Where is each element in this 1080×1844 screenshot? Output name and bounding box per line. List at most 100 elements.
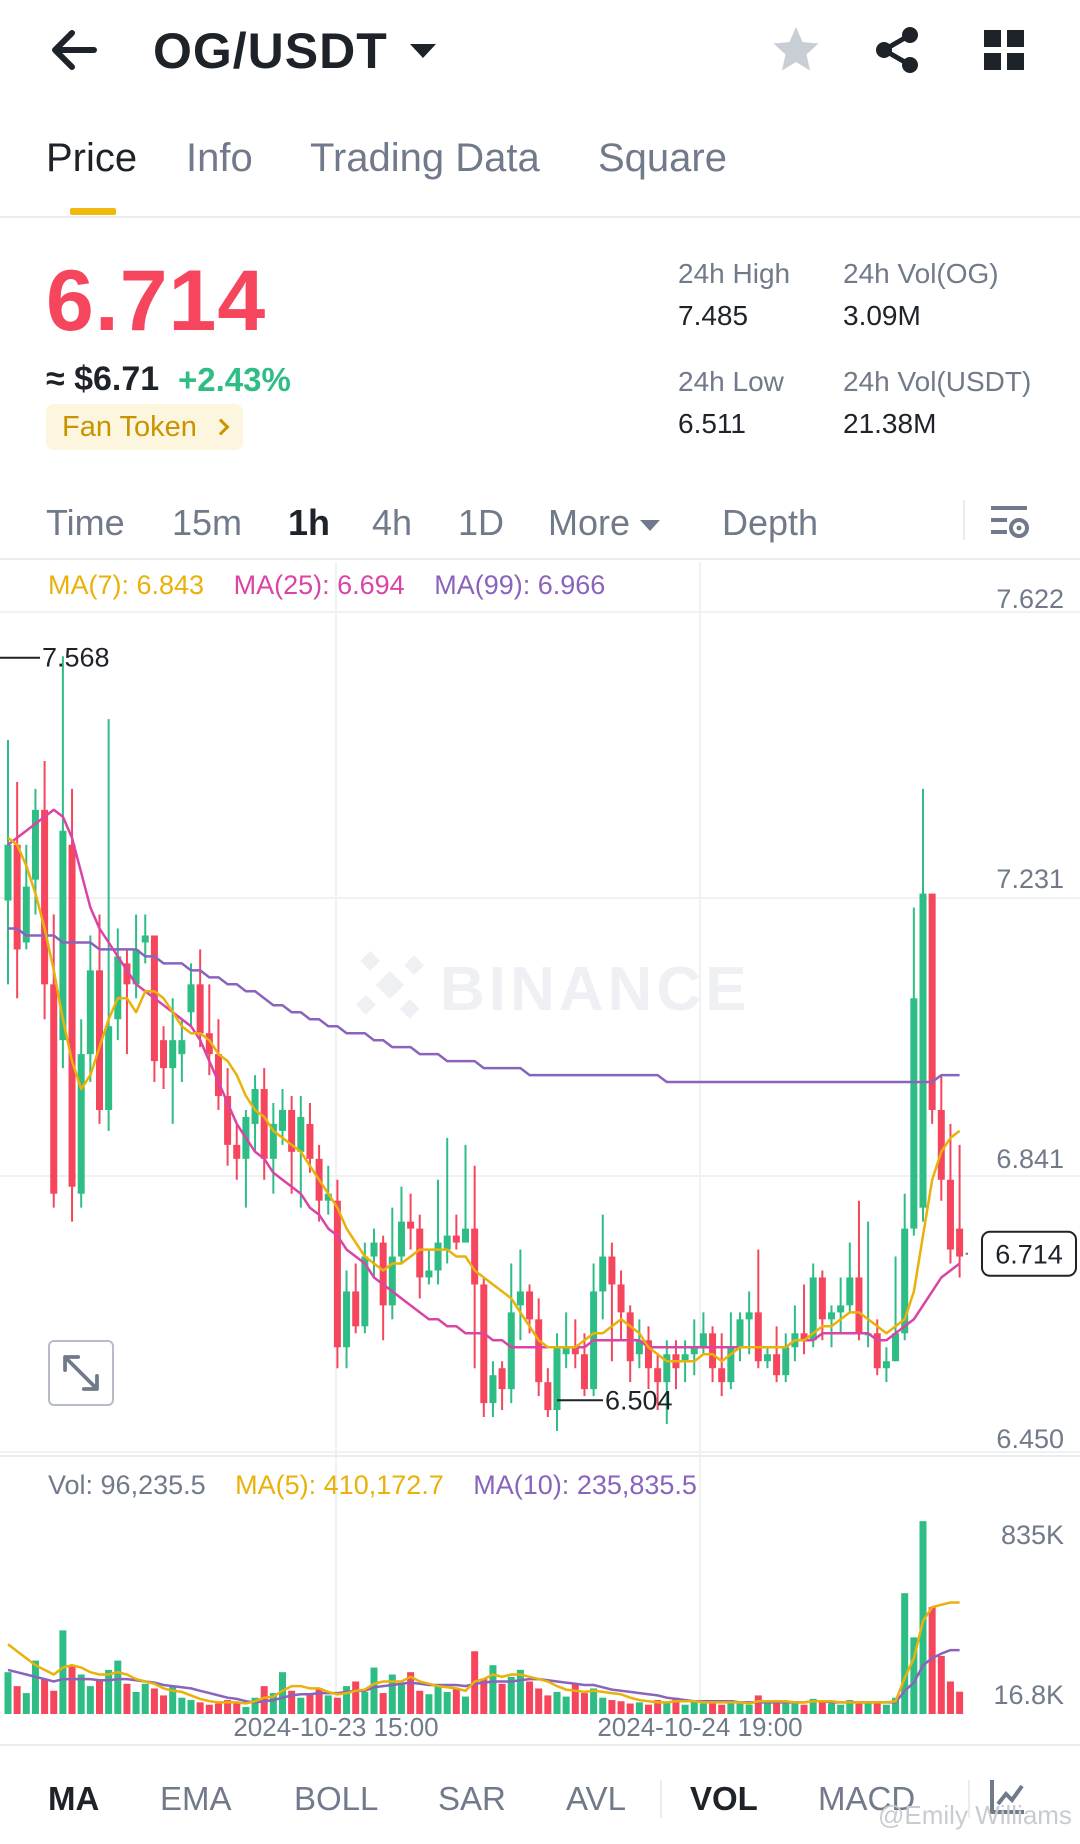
volume-bar [214, 1703, 222, 1714]
volume-bar [946, 1681, 954, 1714]
price-axis-label: 6.841 [996, 1144, 1064, 1174]
volume-bar [141, 1683, 149, 1714]
pair-selector[interactable]: OG/USDT [153, 22, 436, 80]
volume-legend: Vol: 96,235.5 MA(5): 410,172.7 MA(10): 2… [48, 1470, 697, 1501]
legend-vol: Vol: 96,235.5 [48, 1470, 206, 1500]
candle-body [4, 844, 12, 901]
candlestick-chart[interactable]: BINANCE 7.622 7.231 6.841 6.450 835K 16.8K 202… [0, 562, 1080, 1742]
candle-body [754, 1312, 762, 1362]
volume-bar [132, 1691, 140, 1714]
candle-body [416, 1228, 424, 1278]
volume-bar [196, 1702, 204, 1714]
legend-vol-ma5: MA(5): 410,172.7 [235, 1470, 444, 1500]
indicator-vol[interactable]: VOL [690, 1780, 758, 1818]
candle-body [141, 935, 149, 943]
interval-time[interactable]: Time [46, 502, 125, 544]
favorite-star-icon[interactable] [768, 22, 824, 78]
candle-body [13, 844, 21, 950]
candle-body [956, 1228, 964, 1257]
legend-vol-ma10: MA(10): 235,835.5 [473, 1470, 697, 1500]
interval-15m[interactable]: 15m [172, 502, 242, 544]
candle-body [379, 1242, 387, 1306]
interval-1h[interactable]: 1h [288, 502, 330, 544]
candle-body [580, 1354, 588, 1390]
candle-body [407, 1221, 415, 1229]
ma-lines [7, 808, 961, 1363]
candle-body [233, 1144, 241, 1159]
candle-body [736, 1319, 744, 1348]
candle-body [471, 1228, 479, 1285]
volume-bars [4, 1521, 964, 1714]
time-axis-label: 2024-10-24 19:00 [597, 1712, 802, 1742]
volume-bar [818, 1702, 826, 1714]
fan-token-badge[interactable]: Fan Token [46, 404, 243, 450]
candle-body [846, 1277, 854, 1306]
fullscreen-expand-icon[interactable] [48, 1340, 114, 1406]
candle-body [745, 1312, 753, 1320]
grid-menu-icon[interactable] [976, 22, 1032, 78]
indicator-ma[interactable]: MA [48, 1780, 99, 1818]
binance-watermark: BINANCE [356, 951, 750, 1024]
volume-bar [571, 1683, 579, 1714]
tab-trading-data[interactable]: Trading Data [310, 136, 540, 181]
interval-4h[interactable]: 4h [372, 502, 412, 544]
candle-body [507, 1312, 515, 1390]
max-price-marker: 7.568 [42, 643, 110, 673]
interval-1d[interactable]: 1D [458, 502, 504, 544]
candle-body [370, 1242, 378, 1257]
candle-body [498, 1368, 506, 1390]
stat-24h-low-label: 24h Low [678, 366, 784, 397]
volume-bar [361, 1691, 369, 1714]
divider [963, 500, 965, 540]
watermark-credit: @Emily Williams [878, 1800, 1072, 1830]
candle-body [31, 809, 39, 880]
candle-body [68, 844, 76, 1187]
volume-bar [544, 1695, 552, 1714]
candle-body [654, 1368, 662, 1383]
stat-24h-vol-og-label: 24h Vol(OG) [843, 258, 999, 289]
candle-body [352, 1291, 360, 1327]
interval-depth[interactable]: Depth [722, 502, 818, 544]
tab-square[interactable]: Square [598, 136, 727, 181]
candle-body [608, 1256, 616, 1285]
volume-bar [379, 1693, 387, 1714]
indicator-ema[interactable]: EMA [160, 1780, 232, 1818]
volume-bar [553, 1691, 561, 1714]
indicator-sar[interactable]: SAR [438, 1780, 506, 1818]
volume-bar [68, 1665, 76, 1714]
volume-bar [59, 1630, 67, 1714]
price-axis-label: 7.622 [996, 584, 1064, 614]
candle-body [297, 1116, 305, 1152]
candle-body [782, 1347, 790, 1376]
stat-24h-high-value: 7.485 [678, 300, 749, 331]
ma-legend: MA(7): 6.843 MA(25): 6.694 MA(99): 6.966 [48, 570, 605, 601]
volume-bar [41, 1679, 49, 1714]
volume-bar [498, 1683, 506, 1714]
volume-bar [828, 1703, 835, 1714]
stat-24h-vol-usdt-label: 24h Vol(USDT) [843, 366, 1032, 397]
candle-body [919, 893, 927, 1208]
volume-bar [114, 1660, 122, 1714]
back-arrow-icon[interactable] [44, 20, 104, 80]
candle-body [480, 1284, 488, 1404]
tab-info[interactable]: Info [186, 136, 253, 181]
volume-bar [562, 1696, 570, 1714]
volume-bar [516, 1669, 524, 1714]
usd-price: ≈ $6.71 [46, 360, 160, 398]
indicator-avl[interactable]: AVL [566, 1780, 626, 1818]
interval-bar: Time 15m 1h 4h 1D More Depth [0, 488, 1080, 560]
indicator-boll[interactable]: BOLL [294, 1780, 378, 1818]
chart-grid [0, 562, 1080, 1714]
volume-bar [882, 1704, 890, 1714]
candle-body [882, 1361, 890, 1369]
volume-bar [352, 1681, 360, 1714]
volume-bar [96, 1679, 103, 1714]
interval-more[interactable]: More [548, 502, 661, 544]
watermark-text: BINANCE [440, 955, 750, 1024]
chart-settings-icon[interactable] [985, 498, 1033, 546]
volume-bar [480, 1679, 488, 1714]
volume-bar [123, 1683, 131, 1714]
share-icon[interactable] [870, 22, 926, 78]
legend-ma99: MA(99): 6.966 [434, 570, 606, 600]
tab-price[interactable]: Price [46, 136, 137, 181]
